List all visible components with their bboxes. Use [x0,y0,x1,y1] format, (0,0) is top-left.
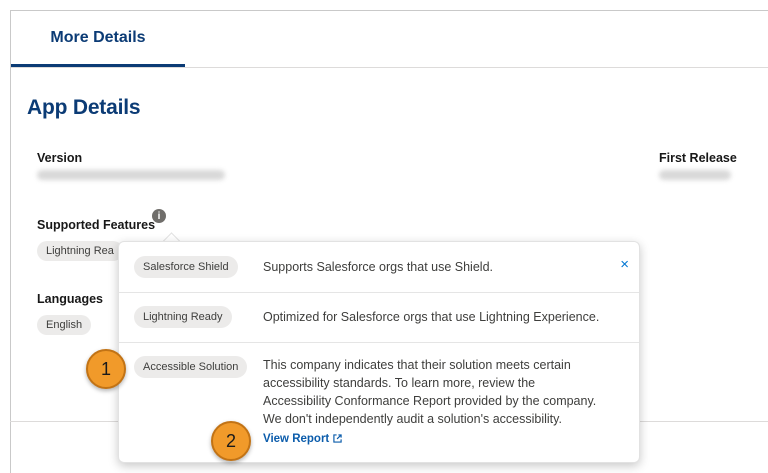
description-line: Accessibility Conformance Report provide… [263,394,597,408]
tab-more-details[interactable]: More Details [11,11,185,67]
section-title: App Details [27,96,141,119]
features-popover: Salesforce Shield Supports Salesforce or… [118,241,640,463]
salesforce-shield-description: Supports Salesforce orgs that use Shield… [263,260,493,274]
callout-marker-2: 2 [211,421,251,461]
version-label: Version [37,151,83,165]
version-value-blurred [37,170,225,180]
tab-bar: More Details [11,11,768,68]
languages-label: Languages [37,292,103,306]
supported-features-label: Supported Features [37,218,156,232]
callout-marker-1: 1 [86,349,126,389]
popover-row: Salesforce Shield Supports Salesforce or… [119,242,639,292]
lightning-ready-pill: Lightning Ready [134,306,232,328]
view-report-link[interactable]: View Report [263,433,342,445]
popover-row: Accessible Solution This company indicat… [119,342,639,461]
close-icon[interactable]: × [620,257,629,272]
salesforce-shield-pill: Salesforce Shield [134,256,238,278]
lightning-ready-description: Optimized for Salesforce orgs that use L… [263,310,600,324]
language-pill: English [37,315,92,335]
first-release-value-blurred [659,170,731,180]
external-link-icon [333,434,342,443]
view-report-label: View Report [263,433,330,445]
first-release-label: First Release [659,151,737,165]
description-line: We don't independently audit a solution'… [263,412,562,426]
popover-row: Lightning Ready Optimized for Salesforce… [119,292,639,343]
info-icon[interactable]: i [152,209,166,223]
feature-pill: Lightning Rea [37,241,123,261]
description-line: accessibility standards. To learn more, … [263,376,536,390]
accessible-solution-description: This company indicates that their soluti… [263,356,596,428]
description-line: This company indicates that their soluti… [263,358,571,372]
accessible-solution-pill: Accessible Solution [134,356,248,378]
